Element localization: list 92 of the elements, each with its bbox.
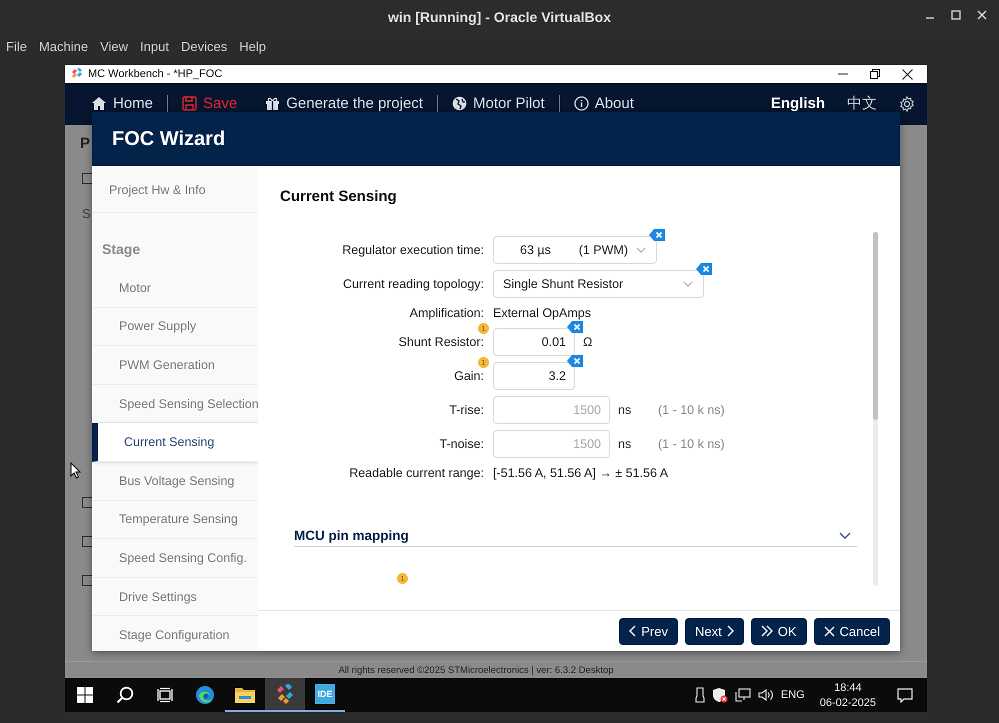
field-label: Amplification: [410,306,484,320]
window-title: win [Running] - Oracle VirtualBox [388,9,611,25]
save-icon [182,96,198,111]
range-hint: (1 - 10 k ns) [658,437,725,451]
field-label: Current reading topology: [342,277,484,291]
wizard-step[interactable]: Temperature Sensing [92,500,258,540]
unit-label: Ω [583,335,594,349]
home-icon [91,96,107,111]
chevron-left-icon [629,625,636,637]
clear-icon[interactable] [696,263,712,275]
field-label: Readable current range: [349,466,484,480]
wizard-step[interactable]: Power Supply [92,308,258,346]
scrollbar[interactable] [873,232,878,586]
wizard-step[interactable]: Bus Voltage Sensing [92,462,258,501]
wizard-step[interactable]: PWM Generation [92,346,258,385]
chevron-right-icon [726,625,734,637]
restore-icon[interactable] [870,69,880,79]
language-indicator[interactable]: ENG [780,689,805,701]
close-icon[interactable] [902,68,913,80]
field-value: [-51.56 A, 51.56 A] → ± 51.56 A [493,466,668,480]
unit-label: ns [618,403,632,417]
menu-item[interactable]: Help [239,38,266,54]
ide-app-icon: IDE [315,684,335,704]
page-heading: P [80,135,90,154]
accordion-header[interactable]: MCU pin mapping [294,528,857,547]
task-view-icon [157,687,173,703]
close-icon [824,626,835,636]
language-option[interactable]: English [770,95,825,112]
language-option[interactable]: 中文 [847,94,877,113]
cancel-button[interactable]: Cancel [814,618,890,644]
chevron-down-icon [683,281,693,287]
range-hint: (1 - 10 k ns) [658,403,725,417]
window-title: MC Workbench - *HP_FOC [88,68,222,80]
menu-item[interactable]: Machine [38,38,88,54]
wizard-step[interactable]: Stage Configuration [92,616,258,651]
maximize-icon[interactable] [951,10,961,20]
menu-item[interactable]: File [6,38,27,54]
chevron-down-icon [636,247,646,253]
usb-icon[interactable] [694,687,705,703]
clear-icon[interactable] [567,355,583,367]
field-label: T-rise: [449,403,484,417]
wizard-step[interactable]: Current Sensing [92,423,258,462]
wizard-step[interactable]: Speed Sensing Config. [92,539,258,578]
menu-item[interactable]: Input [140,38,169,54]
settings-icon[interactable] [899,96,915,112]
network-icon[interactable] [734,688,751,702]
mouse-cursor-icon [70,462,82,479]
puzzle-app-icon [275,684,295,704]
home-nav-link[interactable]: Home [77,95,168,112]
chevron-down-icon [839,532,851,540]
wizard-step[interactable]: Project Hw & Info [92,166,258,213]
copyright-text: All rights reserved ©2025 STMicroelectronics | ver: 6.3.2 Desktop [338,664,614,676]
volume-icon[interactable] [758,688,774,702]
double-chevron-icon [760,625,773,637]
shield-icon[interactable] [712,687,728,703]
windows-start-icon [77,687,93,703]
page-title: Current Sensing [280,188,398,207]
field-label: Gain: [454,369,484,383]
ok-button[interactable]: OK [750,618,807,644]
dialog-title: FOC Wizard [112,128,226,150]
field-label: Regulator execution time: [342,243,484,257]
wizard-step[interactable]: Drive Settings [92,578,258,616]
menu-item[interactable]: Devices [180,38,228,54]
info-icon [574,96,589,111]
notification-icon[interactable] [897,688,913,702]
search-icon [116,686,134,704]
page-label: S [82,206,92,221]
clear-icon[interactable] [567,321,583,333]
field-label: T-noise: [440,437,484,451]
dropdown[interactable]: Single Shunt Resistor [493,270,704,298]
app-logo-icon [71,68,83,80]
menu-item[interactable]: View [100,38,128,54]
gift-icon [265,96,280,111]
generate-nav-link[interactable]: Generate the project [251,95,437,112]
field-label: Shunt Resistor: [398,335,484,349]
save-nav-link[interactable]: Save [168,95,252,112]
next-button[interactable]: Next [685,618,744,644]
browser-icon [195,685,215,705]
pilot-nav-link[interactable]: Motor Pilot [438,95,559,112]
globe-icon [452,96,467,111]
unit-label: ns [618,437,632,451]
field-value: External OpAmps [493,306,591,320]
folder-icon [235,686,255,702]
clock[interactable]: 18:44 06-02-2025 [820,682,876,708]
about-nav-link[interactable]: About [560,95,648,112]
prev-button[interactable]: Prev [619,618,678,644]
input-field[interactable]: 0.01 [493,328,575,356]
dropdown[interactable]: 63 µs (1 PWM) [493,236,657,264]
input-field[interactable]: 3.2 [493,362,575,390]
section-heading: Stage [101,240,142,259]
wizard-step[interactable]: Motor [92,269,258,308]
clear-icon[interactable] [649,229,665,241]
